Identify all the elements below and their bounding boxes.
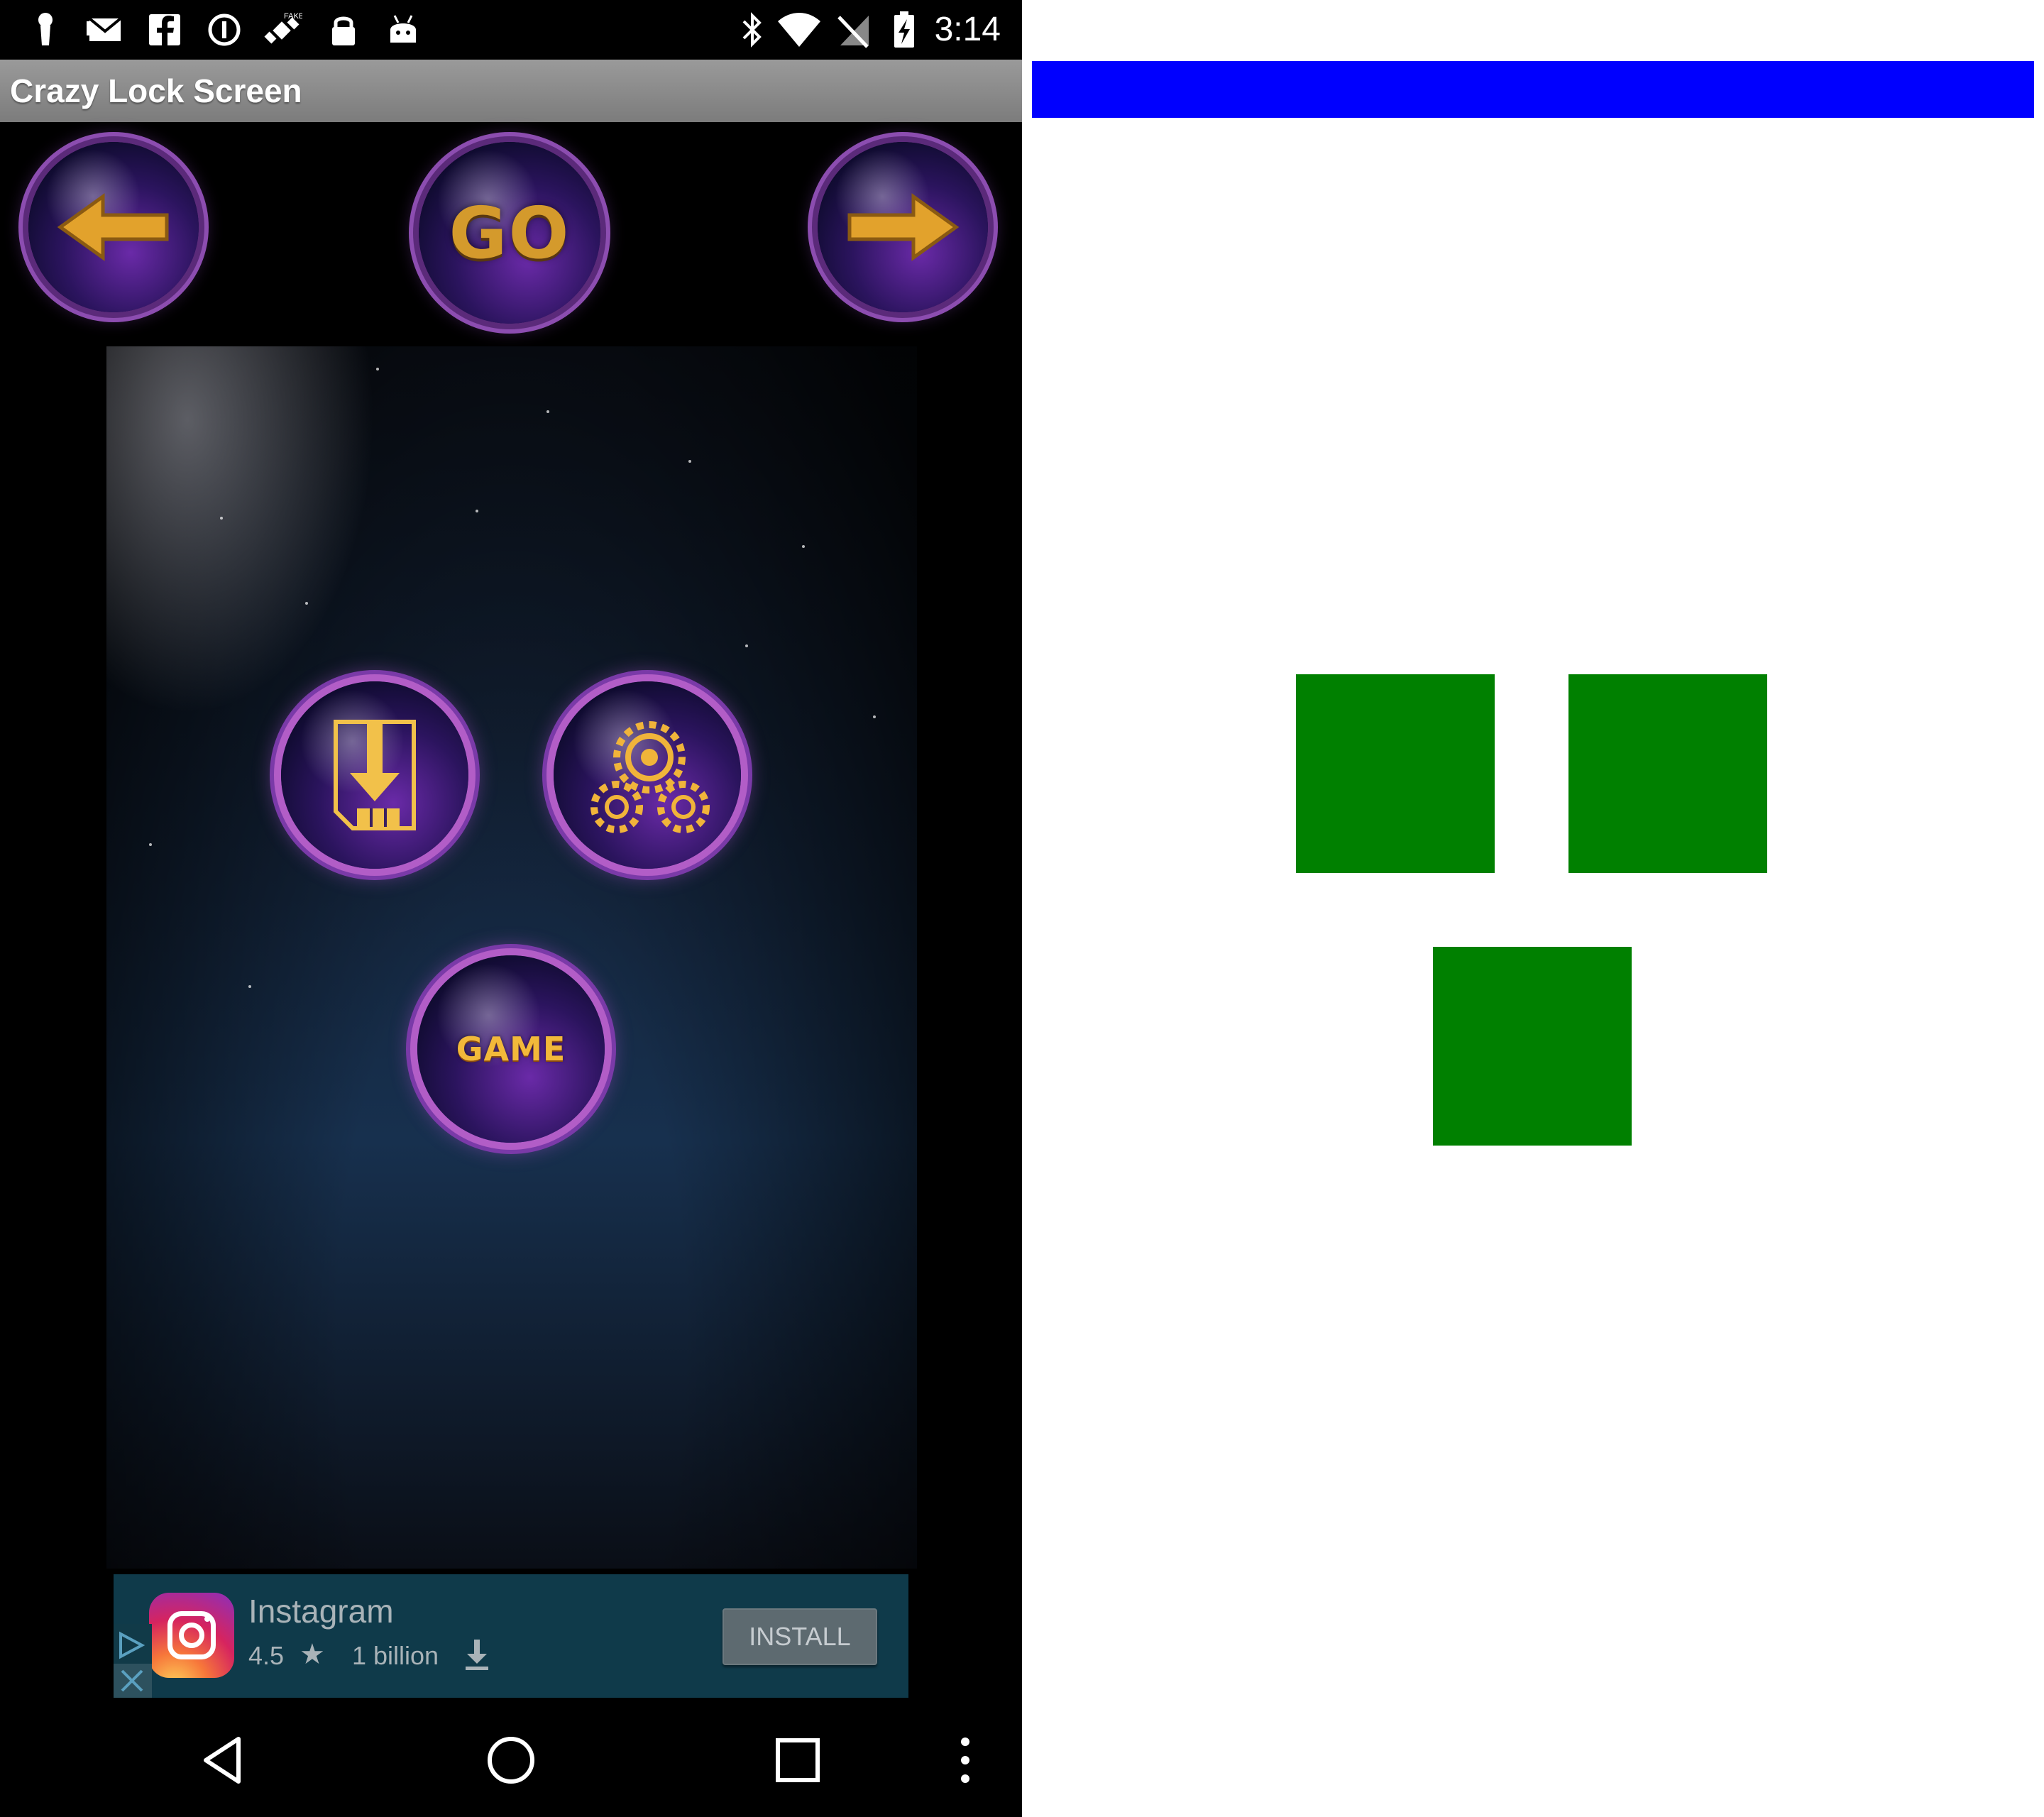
ad-install-count: 1 billion xyxy=(352,1641,439,1670)
info-icon xyxy=(208,13,241,46)
star-icon: ★ xyxy=(300,1639,325,1670)
forward-button[interactable] xyxy=(818,142,988,312)
download-icon xyxy=(334,720,416,830)
wireframe-panel xyxy=(1022,0,2044,1817)
back-triangle-icon[interactable] xyxy=(196,1732,253,1789)
star xyxy=(688,460,691,463)
fake-gps-icon: FAKE xyxy=(264,12,302,44)
go-button[interactable]: GO xyxy=(419,142,600,324)
star xyxy=(873,715,876,718)
arrow-left-icon xyxy=(57,193,169,261)
phone-screenshot: FAKE 3:14 Crazy Lock Screen GO GAME Inst… xyxy=(0,0,1022,1817)
arrow-right-icon xyxy=(847,193,960,261)
wireframe-button-settings xyxy=(1568,674,1767,873)
star xyxy=(376,368,379,370)
star xyxy=(546,410,549,413)
battery-charging-icon xyxy=(894,11,914,48)
recents-square-icon[interactable] xyxy=(769,1732,826,1789)
star xyxy=(305,602,308,605)
settings-button[interactable] xyxy=(554,681,741,869)
download-icon xyxy=(466,1640,488,1670)
gears-icon xyxy=(590,721,710,833)
email-icon xyxy=(87,17,122,41)
ad-rating: 4.5 xyxy=(248,1641,285,1670)
overflow-menu-icon[interactable] xyxy=(944,1732,987,1789)
facebook-icon xyxy=(149,14,180,45)
ad-banner[interactable]: Instagram 4.5 ★ 1 billion INSTALL xyxy=(114,1574,908,1698)
no-sim-icon xyxy=(837,16,869,48)
keyhole-icon xyxy=(38,13,53,45)
status-bar: FAKE 3:14 xyxy=(0,0,1022,60)
bluetooth-icon xyxy=(742,12,762,48)
star xyxy=(745,644,748,647)
instagram-logo xyxy=(149,1593,234,1678)
clock-time: 3:14 xyxy=(934,11,1001,48)
ad-app-name: Instagram xyxy=(248,1593,394,1630)
wifi-icon xyxy=(778,13,820,47)
wireframe-button-game xyxy=(1433,947,1632,1146)
svg-text:FAKE: FAKE xyxy=(284,12,302,21)
home-circle-icon[interactable] xyxy=(483,1732,539,1789)
navigation-bar xyxy=(0,1703,1022,1817)
app-title: Crazy Lock Screen xyxy=(10,72,302,109)
star xyxy=(149,843,152,846)
star xyxy=(248,985,251,988)
install-button[interactable]: INSTALL xyxy=(722,1608,877,1665)
go-label: GO xyxy=(449,191,571,275)
adchoices-icon[interactable] xyxy=(114,1624,152,1698)
android-icon xyxy=(390,15,416,43)
game-label: GAME xyxy=(456,1030,566,1068)
star xyxy=(220,517,223,520)
wireframe-button-download xyxy=(1296,674,1495,873)
download-button[interactable] xyxy=(281,681,468,869)
wireframe-title-bar xyxy=(1032,61,2034,118)
star xyxy=(476,510,478,512)
app-title-bar: Crazy Lock Screen xyxy=(0,60,1022,122)
back-button[interactable] xyxy=(28,142,199,312)
star xyxy=(802,545,805,548)
game-button[interactable]: GAME xyxy=(417,955,605,1143)
lock-icon xyxy=(332,16,355,45)
